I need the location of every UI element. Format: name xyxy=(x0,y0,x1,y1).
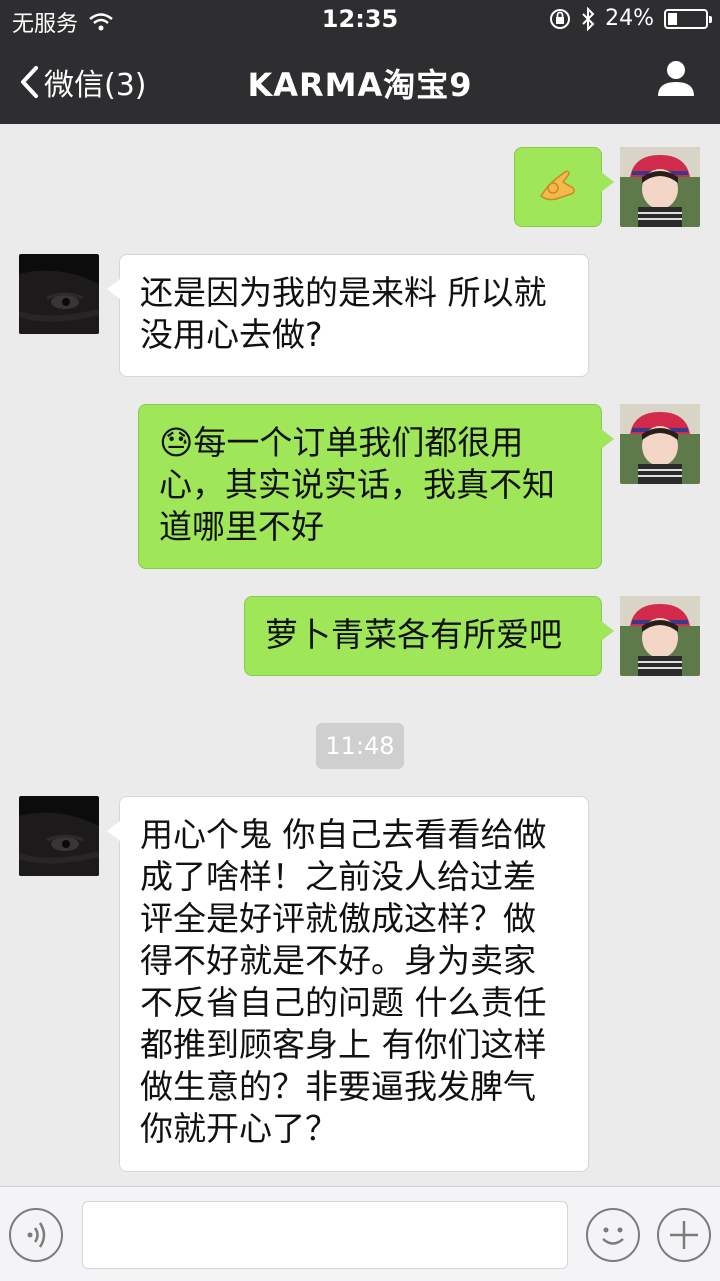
message-bubble-outgoing[interactable]: 萝卜青菜各有所爱吧 xyxy=(244,596,614,676)
message-timestamp: 11:48 xyxy=(316,723,404,769)
nav-bar: 微信(3) KARMA淘宝9 xyxy=(0,40,720,124)
message-text: 还是因为我的是来料 所以就没用心去做? xyxy=(140,273,547,354)
plus-icon xyxy=(670,1221,698,1249)
input-bar xyxy=(0,1186,720,1281)
profile-button[interactable] xyxy=(656,58,696,102)
emoji-icon xyxy=(602,1227,624,1245)
my-avatar[interactable] xyxy=(620,596,700,676)
message-text: 萝卜青菜各有所爱吧 xyxy=(265,615,562,654)
voice-icon xyxy=(27,1222,46,1248)
message-bubble-outgoing[interactable] xyxy=(514,147,614,227)
message-input[interactable] xyxy=(82,1201,568,1269)
battery-fill xyxy=(668,12,677,25)
battery-percent: 24% xyxy=(605,6,654,31)
contact-avatar[interactable] xyxy=(19,254,99,334)
chat-area[interactable]: 还是因为我的是来料 所以就没用心去做? 😓每一个订单我们都很用心，其实说实话，我… xyxy=(0,124,720,1186)
my-avatar[interactable] xyxy=(620,404,700,484)
message-bubble-incoming[interactable]: 还是因为我的是来料 所以就没用心去做? xyxy=(107,254,589,377)
sweat-emoji: 😓 xyxy=(159,423,194,462)
message-text: 用心个鬼 你自己去看看给做成了啥样！之前没人给过差评全是好评就傲成这样？做得不好… xyxy=(140,815,547,1148)
emoji-button[interactable] xyxy=(586,1208,640,1262)
chat-title: KARMA淘宝9 xyxy=(247,66,473,104)
my-avatar[interactable] xyxy=(620,147,700,227)
lock-rotation-icon xyxy=(550,8,571,29)
battery-icon xyxy=(664,8,712,29)
profile-icon xyxy=(658,61,694,96)
status-bar: 无服务 12:35 24% xyxy=(0,0,720,40)
message-bubble-incoming[interactable]: 用心个鬼 你自己去看看给做成了啥样！之前没人给过差评全是好评就傲成这样？做得不好… xyxy=(107,796,589,1172)
message-bubble-outgoing[interactable]: 😓每一个订单我们都很用心，其实说实话，我真不知道哪里不好 xyxy=(138,404,614,569)
plus-button[interactable] xyxy=(657,1208,711,1262)
voice-button[interactable] xyxy=(9,1208,63,1262)
ok-hand-emoji xyxy=(540,170,575,201)
message-text: 每一个订单我们都很用心，其实说实话，我真不知道哪里不好 xyxy=(159,423,555,546)
contact-avatar[interactable] xyxy=(19,796,99,876)
bluetooth-icon xyxy=(582,6,595,31)
